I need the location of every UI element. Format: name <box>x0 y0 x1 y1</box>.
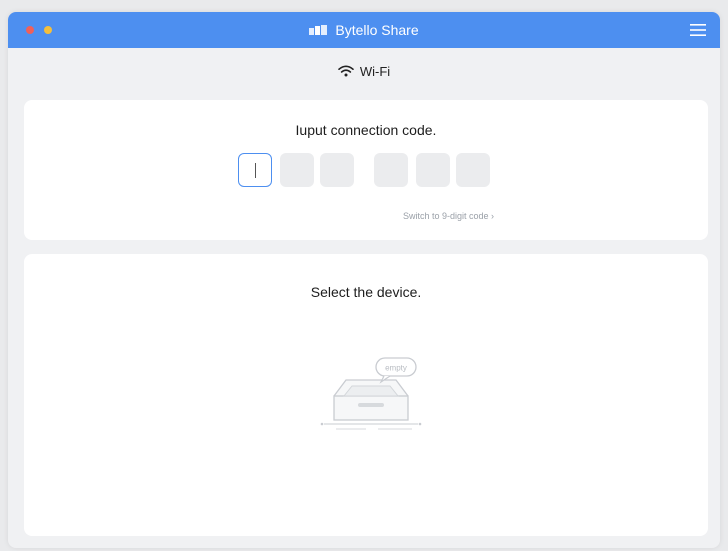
title-bar: Bytello Share <box>8 12 720 48</box>
switch-code-length-link[interactable]: Switch to 9-digit code › <box>403 211 494 221</box>
code-digit-input-5[interactable] <box>416 153 450 187</box>
code-digit-input-4[interactable] <box>374 153 408 187</box>
code-digit-input-3[interactable] <box>320 153 354 187</box>
network-status: Wi-Fi <box>8 60 720 82</box>
connection-code-heading: Iuput connection code. <box>295 122 437 138</box>
wifi-icon <box>338 65 354 77</box>
code-digit-input-6[interactable] <box>456 153 490 187</box>
hamburger-menu-icon[interactable] <box>690 23 706 37</box>
connection-code-card: Iuput connection code. Switch to 9-digit… <box>24 100 708 240</box>
app-window: Bytello Share Wi-Fi Iuput connection cod… <box>8 12 720 548</box>
device-list-heading: Select the device. <box>310 284 422 300</box>
device-list-card: Select the device. empty <box>24 254 708 536</box>
empty-inbox-illustration: empty <box>320 357 422 430</box>
text-caret <box>255 163 256 178</box>
network-label: Wi-Fi <box>359 63 391 79</box>
title-group: Bytello Share <box>8 12 720 48</box>
code-digit-input-1[interactable] <box>238 153 272 187</box>
app-logo-icon <box>309 25 328 35</box>
window-title: Bytello Share <box>335 22 419 38</box>
code-digit-input-2[interactable] <box>280 153 314 187</box>
empty-badge-text: empty <box>385 364 407 373</box>
code-input-group <box>24 153 708 189</box>
